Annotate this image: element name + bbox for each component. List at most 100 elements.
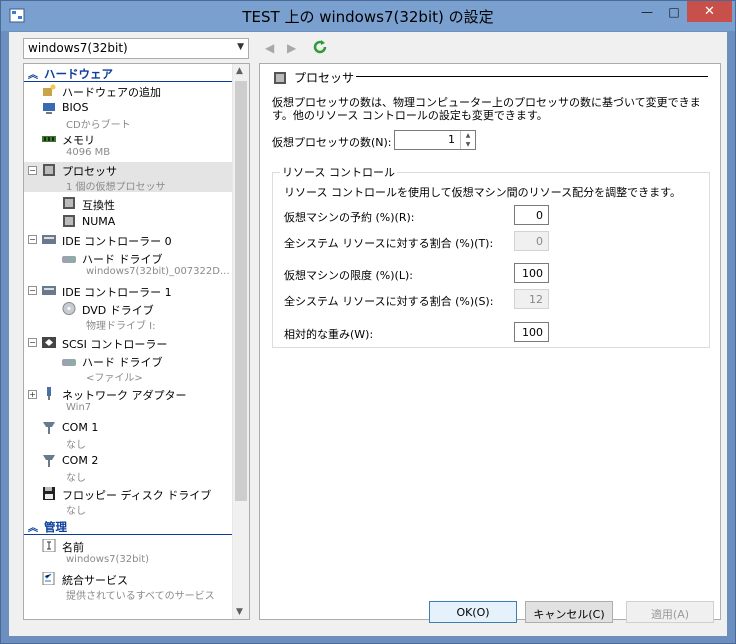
scroll-up-icon[interactable]: ▲ [236, 66, 243, 76]
tree-item-integration-services[interactable]: 統合サービス 提供されているすべてのサービス [24, 571, 233, 602]
tree-item-label: SCSI コントローラー [62, 338, 168, 351]
scroll-down-icon[interactable]: ▼ [236, 607, 243, 617]
hard-drive-icon [62, 256, 76, 263]
tree-item-memory[interactable]: メモリ 4096 MB [24, 131, 233, 161]
tree-item-compatibility[interactable]: 互換性 [24, 196, 233, 212]
tree-item-ide0[interactable]: − IDE コントローラー 0 [24, 232, 233, 248]
floppy-disk-icon [43, 487, 55, 500]
tree-item-label: ハード ドライブ [82, 356, 163, 369]
tree-item-sub: なし [66, 473, 86, 484]
tree-item-label: IDE コントローラー 1 [62, 286, 172, 299]
tree-item-label: COM 2 [62, 454, 99, 467]
scrollbar-thumb[interactable] [235, 81, 247, 501]
limit-percent-field: 12 [514, 289, 549, 309]
tree-item-label: COM 1 [62, 421, 99, 434]
chevron-down-icon: ▼ [237, 42, 244, 52]
dvd-drive-icon [62, 302, 76, 315]
vcpu-count-value: 1 [448, 133, 455, 146]
tree-item-processor[interactable]: − プロセッサ 1 個の仮想プロセッサ [24, 162, 233, 193]
tree-item-com2[interactable]: COM 2 なし [24, 453, 233, 484]
tree-item-label: メモリ [62, 134, 95, 147]
com-port-icon [43, 455, 55, 467]
tree-item-sub: windows7(32bit)_007322D... [86, 266, 230, 277]
close-button[interactable]: ✕ [687, 1, 732, 22]
tree-item-sub: CDからブート [66, 120, 131, 131]
ide-controller-icon [42, 286, 56, 295]
memory-icon [42, 136, 56, 142]
collapse-toggle[interactable]: − [28, 166, 37, 175]
settings-tree[interactable]: ︽ ハードウェア ハードウェアの追加 BIOS CDからブート メモリ 4096… [23, 63, 250, 620]
forward-arrow-icon[interactable]: ▶ [287, 41, 296, 55]
tree-item-sub: 提供されているすべてのサービス [66, 591, 215, 602]
tree-item-label: ネットワーク アダプター [62, 389, 187, 402]
group-title: リソース コントロール [280, 164, 397, 180]
processor-icon [63, 215, 75, 227]
management-section-header[interactable]: ︽ 管理 [24, 519, 233, 535]
tree-item-network-adapter[interactable]: + ネットワーク アダプター Win7 [24, 386, 233, 416]
collapse-toggle[interactable]: − [28, 235, 37, 244]
ok-button[interactable]: OK(O) [429, 601, 517, 623]
settings-window: TEST 上の windows7(32bit) の設定 — □ ✕ window… [0, 0, 736, 644]
spin-arrows-icon[interactable]: ▲ ▼ [460, 131, 475, 149]
tree-item-label: BIOS [62, 101, 89, 114]
weight-input[interactable]: 100 [514, 322, 549, 342]
tree-item-label: DVD ドライブ [82, 304, 154, 317]
management-header-label: 管理 [44, 520, 67, 534]
vcpu-count-label: 仮想プロセッサの数(N): [272, 136, 392, 149]
tree-item-label: プロセッサ [62, 165, 117, 178]
tree-item-sub: なし [66, 506, 86, 517]
tree-item-label: ハード ドライブ [82, 253, 163, 266]
collapse-chevron-icon: ︽ [28, 70, 38, 81]
processor-settings-panel: プロセッサ 仮想プロセッサの数は、物理コンピューター上のプロセッサの数に基づいて… [259, 63, 721, 620]
tree-item-ide1[interactable]: − IDE コントローラー 1 [24, 283, 233, 299]
weight-label: 相対的な重み(W): [284, 328, 374, 341]
scsi-controller-icon [42, 337, 56, 348]
apply-button[interactable]: 適用(A) [626, 601, 714, 623]
name-icon [42, 539, 56, 552]
tree-item-scsi[interactable]: − SCSI コントローラー [24, 335, 233, 351]
group-description: リソース コントロールを使用して仮想マシン間のリソース配分を調整できます。 [284, 186, 681, 199]
ide-controller-icon [42, 235, 56, 244]
header-divider [356, 76, 708, 77]
tree-scrollbar[interactable]: ▲ ▼ [232, 64, 249, 619]
tree-item-dvd[interactable]: DVD ドライブ 物理ドライブ I: [24, 301, 233, 332]
window-title: TEST 上の windows7(32bit) の設定 [242, 8, 494, 26]
title-bar[interactable]: TEST 上の windows7(32bit) の設定 — □ ✕ [1, 1, 735, 31]
tree-item-floppy[interactable]: フロッピー ディスク ドライブ なし [24, 486, 233, 517]
processor-icon [43, 164, 55, 176]
tree-item-hdd-scsi[interactable]: ハード ドライブ <ファイル> [24, 353, 233, 384]
tree-item-sub: なし [66, 440, 86, 451]
reserve-percent-field: 0 [514, 231, 549, 251]
collapse-toggle[interactable]: − [28, 338, 37, 347]
tree-item-numa[interactable]: NUMA [24, 214, 233, 230]
add-hardware-icon [43, 84, 56, 96]
vm-select[interactable]: windows7(32bit) ▼ [23, 38, 249, 59]
limit-input[interactable]: 100 [514, 263, 549, 283]
tree-item-com1[interactable]: COM 1 なし [24, 420, 233, 451]
tree-item-label: フロッピー ディスク ドライブ [62, 489, 212, 502]
integration-services-icon [42, 572, 55, 585]
refresh-icon[interactable] [311, 38, 329, 56]
bios-icon [43, 103, 55, 114]
limit-percent-label: 全システム リソースに対する割合 (%)(S): [284, 295, 494, 308]
reserve-input[interactable]: 0 [514, 205, 549, 225]
maximize-button[interactable]: □ [660, 1, 688, 22]
tree-item-sub: <ファイル> [86, 373, 143, 384]
expand-toggle[interactable]: + [28, 390, 37, 399]
cancel-button[interactable]: キャンセル(C) [525, 601, 613, 623]
minimize-button[interactable]: — [633, 1, 661, 22]
tree-item-bios[interactable]: BIOS CDからブート [24, 100, 233, 131]
tree-item-add-hardware[interactable]: ハードウェアの追加 [24, 83, 233, 99]
hardware-header-label: ハードウェア [44, 67, 113, 81]
reserve-percent-label: 全システム リソースに対する割合 (%)(T): [284, 237, 494, 250]
vcpu-count-stepper[interactable]: 1 ▲ ▼ [394, 130, 476, 150]
tree-item-sub: 物理ドライブ I: [86, 321, 156, 332]
com-port-icon [43, 422, 55, 434]
tree-item-hdd0[interactable]: ハード ドライブ windows7(32bit)_007322D... [24, 250, 233, 280]
tree-item-name[interactable]: 名前 windows7(32bit) [24, 538, 233, 568]
back-arrow-icon[interactable]: ◀ [265, 41, 274, 55]
tree-item-label: ハードウェアの追加 [62, 86, 161, 99]
hardware-section-header[interactable]: ︽ ハードウェア [24, 66, 233, 82]
collapse-toggle[interactable]: − [28, 286, 37, 295]
vm-select-value: windows7(32bit) [28, 41, 128, 55]
